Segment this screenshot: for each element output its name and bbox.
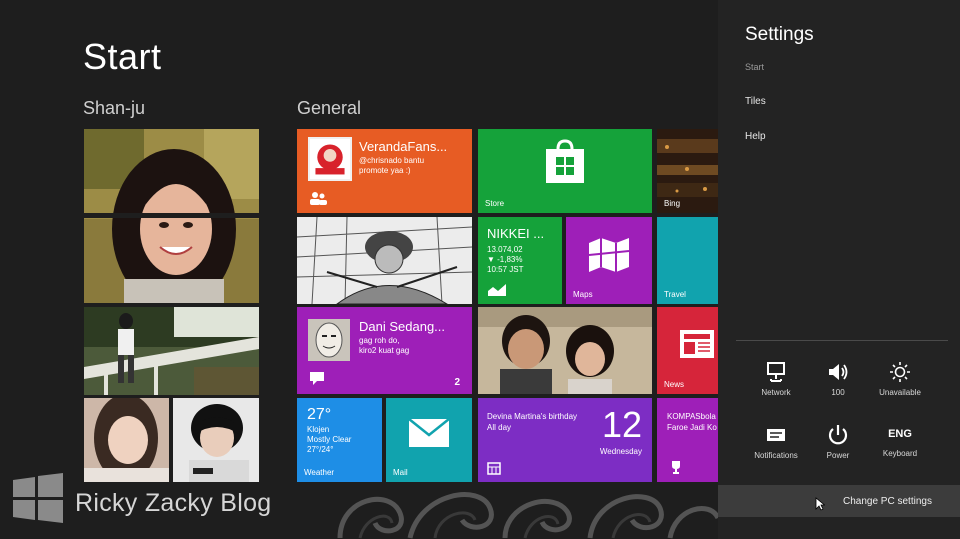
brightness-label: Unavailable [879, 388, 921, 397]
keyboard-button[interactable]: ENG Keyboard [869, 424, 931, 476]
bing-tile-label: Bing [664, 199, 681, 208]
mail-tile-label: Mail [393, 468, 408, 477]
finance-chart-icon [488, 284, 506, 296]
watermark-text: Ricky Zacky Blog [75, 489, 272, 517]
power-label: Power [826, 451, 850, 460]
veranda-tile-line2: promote yaa :) [359, 166, 411, 175]
tile-people-message[interactable]: Dani Sedang... gag roh do, kiro2 kuat ga… [297, 307, 472, 394]
mouse-cursor-icon [815, 497, 825, 511]
tile-maps[interactable]: Maps [566, 217, 652, 304]
keyboard-label: Keyboard [882, 449, 918, 458]
people-tile-count: 2 [454, 377, 460, 388]
network-button[interactable]: Network [745, 361, 807, 413]
change-pc-settings-button[interactable]: Change PC settings [718, 485, 960, 517]
veranda-tile-line1: @chrisnado bantu [359, 156, 425, 165]
photo-tile-sketch[interactable] [297, 217, 472, 304]
couple-photo [478, 307, 652, 394]
power-icon [828, 425, 848, 445]
background-swirl-pattern [337, 492, 718, 539]
photo-tile-girl[interactable] [84, 398, 169, 482]
people-tile-title: Dani Sedang... [359, 319, 446, 334]
network-label: Network [761, 388, 791, 397]
notifications-label: Notifications [754, 451, 798, 460]
mask-avatar-image [308, 319, 350, 361]
tile-mail[interactable]: Mail [386, 398, 472, 482]
travel-tile-label: Travel [664, 290, 686, 299]
people-tile-line1: gag roh do, [359, 336, 400, 345]
brightness-button[interactable]: Unavailable [869, 361, 931, 413]
settings-link-tiles[interactable]: Tiles [745, 96, 766, 107]
veranda-avatar [308, 137, 352, 181]
weather-range: 27°/24° [307, 445, 334, 454]
volume-icon [829, 364, 848, 380]
message-icon [310, 372, 324, 385]
photo-tile-couple[interactable] [478, 307, 652, 394]
boy-photo [173, 398, 259, 482]
people-tile-line2: kiro2 kuat gag [359, 346, 410, 355]
tile-veranda-social[interactable]: VerandaFans... @chrisnado bantu promote … [297, 129, 472, 213]
tile-news[interactable]: News [657, 307, 718, 394]
finance-index-change: ▼ -1,83% [487, 255, 523, 264]
portrait-photo [84, 129, 259, 303]
finance-index-value: 13.074,02 [487, 245, 523, 254]
volume-button[interactable]: 100 [807, 361, 869, 413]
tile-finance[interactable]: NIKKEI ... 13.074,02 ▼ -1,83% 10:57 JST [478, 217, 562, 304]
news-icon [680, 330, 714, 358]
settings-divider [736, 340, 948, 341]
change-pc-settings-label: Change PC settings [843, 496, 932, 507]
tile-sports[interactable]: KOMPASbola Faroe Jadi Ko [657, 398, 718, 482]
settings-link-help[interactable]: Help [745, 131, 766, 142]
trophy-icon [672, 461, 680, 474]
weather-tile-label: Weather [304, 468, 335, 477]
weather-location: Klojen [307, 425, 330, 434]
photo-tile-boy[interactable] [173, 398, 259, 482]
calendar-weekday: Wednesday [599, 447, 642, 456]
store-icon [546, 139, 584, 183]
weather-temp: 27° [307, 406, 332, 423]
page-title: Start [83, 36, 162, 77]
maps-tile-label: Maps [573, 290, 593, 299]
finance-tile-title: NIKKEI ... [487, 226, 545, 241]
news-tile-label: News [664, 380, 685, 389]
calendar-day: 12 [601, 404, 642, 445]
dani-avatar [308, 319, 350, 361]
notifications-button[interactable]: Notifications [745, 424, 807, 476]
girl-photo [84, 398, 169, 482]
people-icon [310, 192, 327, 205]
sports-tile-line1: KOMPASbola [667, 412, 716, 421]
sports-tile-line2: Faroe Jadi Ko [667, 423, 717, 432]
settings-context-label: Start [745, 62, 765, 72]
keyboard-icon: ENG [888, 428, 912, 440]
windows-logo-watermark [13, 473, 63, 523]
veranda-avatar-image [310, 139, 350, 179]
calendar-event: Devina Martina's birthday [487, 412, 578, 421]
finance-time: 10:57 JST [487, 265, 524, 274]
group-title-shan-ju: Shan-ju [83, 98, 146, 118]
power-button[interactable]: Power [807, 424, 869, 476]
network-icon [767, 362, 785, 382]
notifications-icon [767, 429, 785, 441]
group-title-general: General [297, 98, 362, 118]
brightness-icon [890, 362, 910, 382]
bench-photo [84, 307, 259, 395]
tile-calendar[interactable]: Devina Martina's birthday All day 12 Wed… [478, 398, 652, 482]
tile-travel[interactable]: Travel [657, 217, 718, 304]
start-screen: Start Shan-ju General VerandaFans... @ch… [0, 0, 718, 539]
settings-title: Settings [745, 24, 814, 45]
photo-tile-bench[interactable] [84, 307, 259, 395]
mail-icon [408, 418, 450, 447]
tile-weather[interactable]: 27° Klojen Mostly Clear 27°/24° Weather [297, 398, 382, 482]
sketch-photo [297, 217, 472, 304]
calendar-icon [487, 462, 501, 475]
photo-tile-portrait[interactable] [84, 129, 259, 303]
store-tile-label: Store [485, 199, 505, 208]
settings-charm-pane: Settings Start Tiles Help Network 100 Un… [718, 0, 960, 539]
calendar-event-time: All day [487, 423, 512, 432]
maps-icon [588, 238, 630, 272]
tile-bing[interactable]: Bing [657, 129, 718, 213]
volume-label: 100 [831, 388, 845, 397]
weather-condition: Mostly Clear [307, 435, 352, 444]
veranda-tile-title: VerandaFans... [359, 139, 448, 154]
tile-store[interactable]: Store [478, 129, 652, 213]
